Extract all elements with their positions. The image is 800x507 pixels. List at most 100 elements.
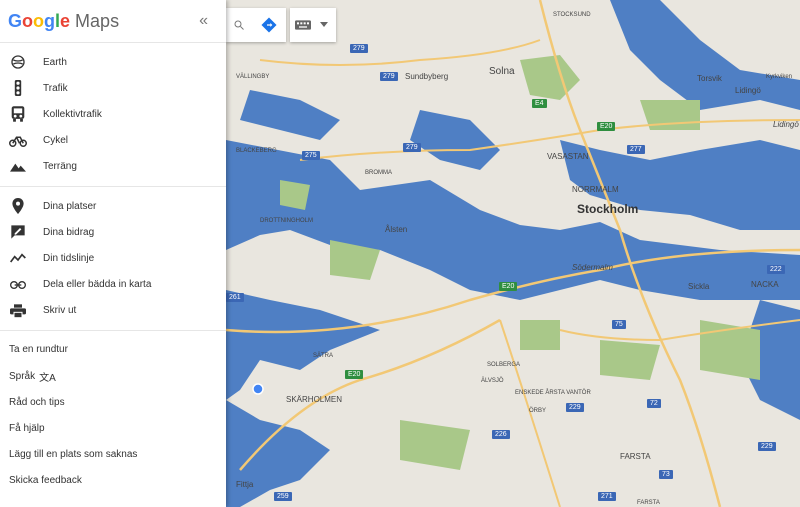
map-label-blackeberg: BLACKEBERG — [236, 148, 277, 154]
road-shield: 259 — [274, 492, 292, 501]
traffic-icon — [8, 80, 28, 97]
translate-icon: 文A — [39, 372, 56, 384]
personal-section: Dina platser Dina bidrag Din tidslinje D… — [0, 187, 226, 331]
menu-item-share[interactable]: Dela eller bädda in karta — [0, 272, 226, 298]
road-shield: E20 — [345, 370, 364, 379]
map-label-sodermalm: Södermalm — [572, 263, 613, 272]
map-label-sundbyberg: Sundbyberg — [405, 72, 449, 81]
search-toolbar — [226, 8, 286, 42]
map-label-farsta-s: FARSTA — [637, 500, 660, 506]
road-shield: 279 — [403, 143, 421, 152]
logo-letter: g — [44, 10, 56, 31]
map-label-alvsjo: ÄLVSJÖ — [481, 378, 504, 384]
road-shield: 279 — [350, 44, 368, 53]
map-label-vallingby: VÄLLINGBY — [236, 74, 270, 80]
menu-item-timeline[interactable]: Din tidslinje — [0, 245, 226, 271]
menu-item-earth[interactable]: Earth — [0, 49, 226, 75]
road-shield: 271 — [598, 492, 616, 501]
map-label-alsten: Ålsten — [385, 225, 408, 234]
logo-letter: G — [8, 10, 23, 31]
menu-item-label: Earth — [43, 56, 67, 68]
menu-item-traffic[interactable]: Trafik — [0, 75, 226, 101]
menu-item-terrain[interactable]: Terräng — [0, 154, 226, 180]
menu-item-transit[interactable]: Kollektivtrafik — [0, 101, 226, 127]
map-label-sickla: Sickla — [688, 282, 710, 291]
contrib-icon — [8, 224, 28, 240]
road-shield: 261 — [226, 293, 244, 302]
earth-icon — [8, 54, 28, 70]
search-icon[interactable] — [226, 12, 252, 38]
map-label-torsvik: Torsvik — [697, 74, 722, 83]
terrain-icon — [8, 161, 28, 173]
menu-item-label: Kollektivtrafik — [43, 108, 102, 120]
map-label-bromma: BROMMA — [365, 170, 392, 176]
menu-item-places[interactable]: Dina platser — [0, 193, 226, 219]
place-icon — [8, 198, 28, 215]
map-label-normalm: NORRMALM — [572, 185, 619, 194]
road-shield: E20 — [597, 122, 616, 131]
map-label-stockholm: Stockholm — [577, 202, 639, 216]
map-label-lidingo2: Lidingö — [773, 120, 799, 129]
road-shield: 279 — [380, 72, 398, 81]
road-shield: 275 — [302, 151, 320, 160]
map-label-satra: SÄTRA — [313, 353, 334, 359]
print-icon — [8, 304, 28, 318]
map-label-kyrkviken: Kyrkviken — [766, 74, 793, 80]
map-label-enskede: ENSKEDE ÅRSTA VANTÖR — [515, 390, 591, 396]
road-shield: E4 — [532, 99, 547, 108]
menu-item-label: Cykel — [43, 135, 69, 147]
menu-item-help[interactable]: Få hjälp — [0, 415, 226, 441]
road-shield: 277 — [627, 145, 645, 154]
bike-icon — [8, 134, 28, 148]
map-label-skarholmen: SKÄRHOLMEN — [286, 395, 343, 404]
map-label-solna: Solna — [489, 66, 515, 77]
map-label-fittja: Fittja — [236, 480, 254, 489]
map-label-solberga: SOLBERGA — [487, 362, 521, 368]
road-shield: 72 — [647, 399, 661, 408]
menu-item-contrib[interactable]: Dina bidrag — [0, 219, 226, 245]
side-menu: Google Maps « Earth Trafik Kollektivtraf… — [0, 0, 226, 507]
timeline-icon — [8, 252, 28, 264]
map-label-farsta: FARSTA — [620, 452, 651, 461]
road-shield: 226 — [492, 430, 510, 439]
road-shield: E20 — [499, 282, 518, 291]
menu-item-feedback[interactable]: Skicka feedback — [0, 468, 226, 494]
map-label-nacka: NACKA — [751, 280, 779, 289]
chevron-down-icon[interactable] — [316, 12, 332, 38]
transit-icon — [8, 106, 28, 123]
menu-item-label: Dela eller bädda in karta — [43, 279, 152, 291]
road-shield: 75 — [612, 320, 626, 329]
menu-item-label: Skriv ut — [43, 305, 77, 317]
menu-item-language[interactable]: Språk 文A — [0, 363, 226, 389]
menu-item-label: Språk — [9, 370, 36, 382]
collapse-menu-button[interactable]: « — [199, 12, 208, 30]
keyboard-icon[interactable] — [290, 12, 316, 38]
menu-item-label: Din tidslinje — [43, 252, 95, 264]
road-shield: 222 — [767, 265, 785, 274]
road-shield: 73 — [659, 470, 673, 479]
map-label-lidingo: Lidingö — [735, 86, 761, 95]
input-tools-toolbar — [290, 8, 336, 42]
road-shield: 229 — [758, 442, 776, 451]
logo-letter: o — [22, 10, 34, 31]
map-label-drottningholm: DROTTNINGHOLM — [260, 218, 313, 224]
google-logo: Google — [8, 11, 70, 32]
menu-item-tips[interactable]: Råd och tips — [0, 389, 226, 415]
menu-item-label: Dina platser — [43, 200, 97, 212]
map-label-vasastan: VASASTAN — [547, 152, 589, 161]
logo-letter: e — [60, 10, 71, 31]
menu-item-bike[interactable]: Cykel — [0, 128, 226, 154]
road-shield: 229 — [566, 403, 584, 412]
menu-item-add-place[interactable]: Lägg till en plats som saknas — [0, 442, 226, 468]
logo-letter: o — [33, 10, 45, 31]
map-label-orby: ÖRBY — [529, 408, 547, 414]
menu-item-print[interactable]: Skriv ut — [0, 298, 226, 324]
maps-title: Maps — [75, 10, 120, 31]
menu-item-label: Terräng — [43, 161, 77, 173]
link-icon — [8, 280, 28, 290]
menu-item-tour[interactable]: Ta en rundtur — [0, 337, 226, 363]
map-label-stocksund: STOCKSUND — [553, 12, 591, 18]
layers-section: Earth Trafik Kollektivtrafik Cykel Terrä… — [0, 43, 226, 187]
directions-icon[interactable] — [256, 12, 282, 38]
menu-item-label: Trafik — [43, 82, 68, 94]
